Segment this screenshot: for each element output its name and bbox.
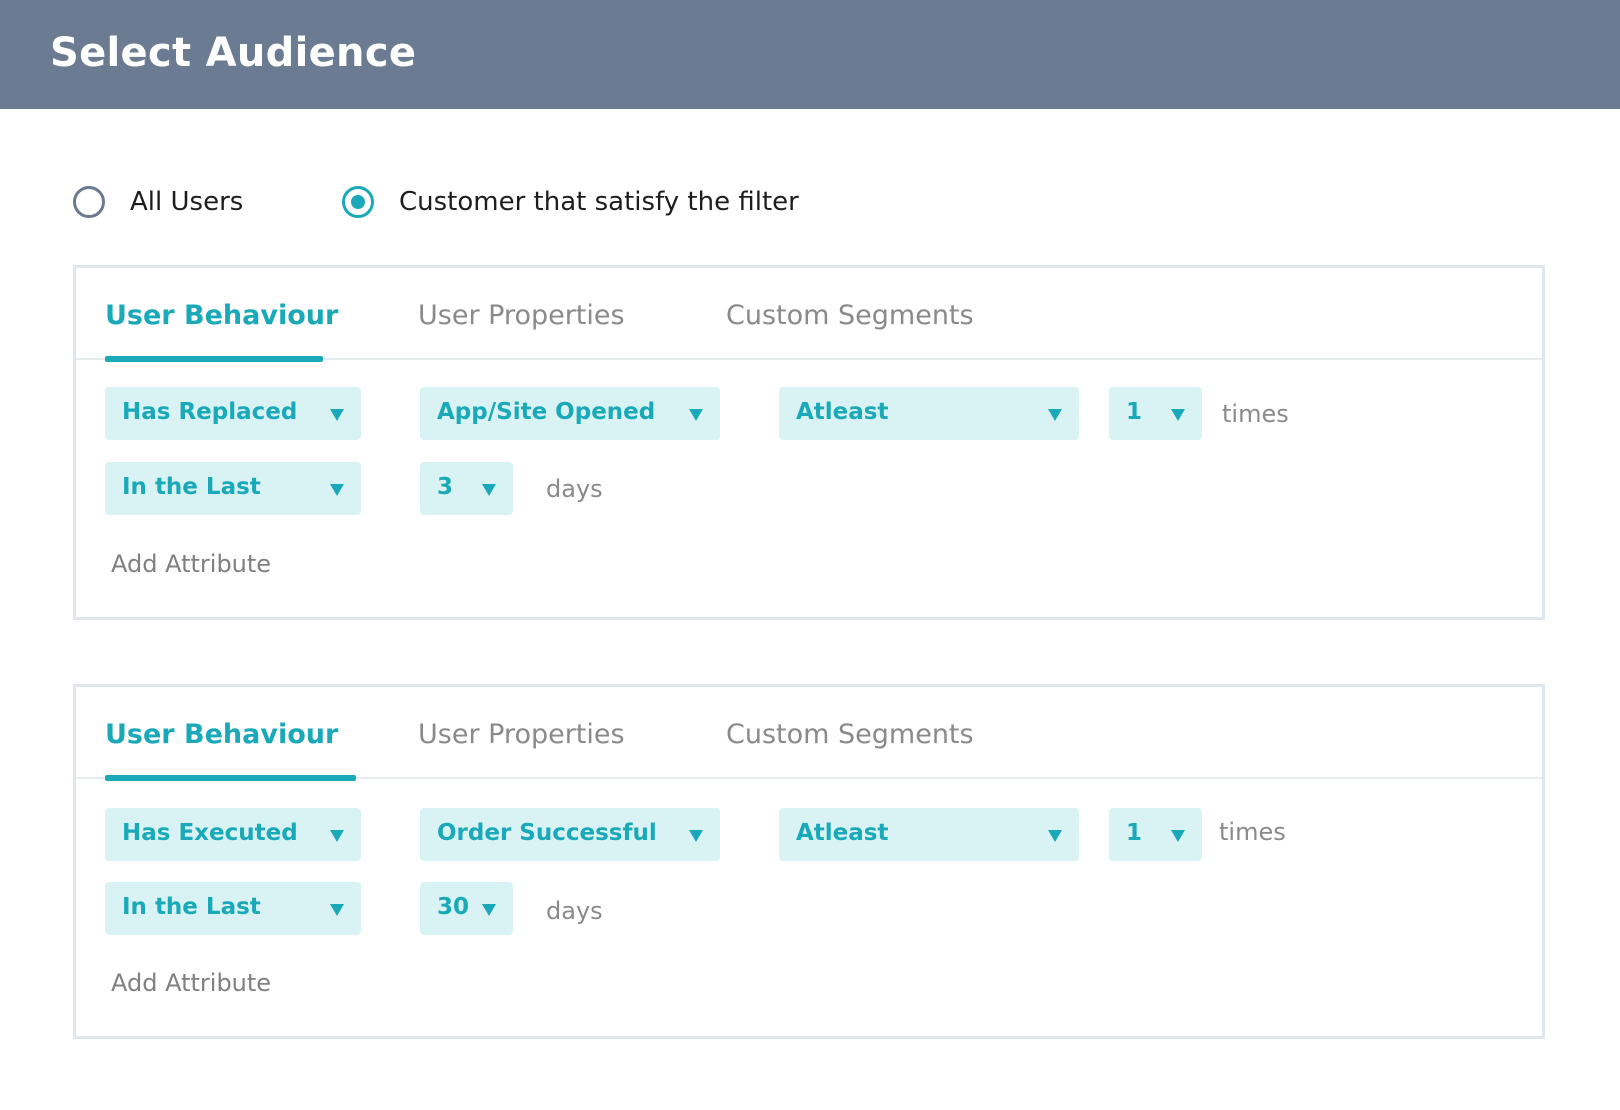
active-tab-indicator bbox=[105, 356, 323, 362]
dropdown-value: App/Site Opened bbox=[437, 399, 656, 425]
frequency-dropdown[interactable]: Atleast bbox=[779, 387, 1079, 440]
action-dropdown[interactable]: Has Executed bbox=[105, 808, 361, 861]
radio-unselected-icon[interactable] bbox=[73, 186, 105, 218]
tab-user-behaviour[interactable]: User Behaviour bbox=[105, 300, 338, 331]
dropdown-value: 30 bbox=[437, 894, 470, 920]
timeframe-dropdown[interactable]: In the Last bbox=[105, 882, 361, 935]
event-dropdown[interactable]: App/Site Opened bbox=[420, 387, 720, 440]
tab-custom-segments[interactable]: Custom Segments bbox=[726, 719, 974, 750]
duration-unit-label: days bbox=[546, 897, 603, 925]
chevron-down-icon bbox=[330, 409, 344, 421]
dropdown-value: Atleast bbox=[796, 399, 889, 425]
count-dropdown[interactable]: 1 bbox=[1109, 387, 1202, 440]
tab-user-properties[interactable]: User Properties bbox=[418, 300, 625, 331]
chevron-down-icon bbox=[1048, 830, 1062, 842]
dropdown-value: Order Successful bbox=[437, 820, 657, 846]
duration-unit-label: days bbox=[546, 475, 603, 503]
chevron-down-icon bbox=[1171, 409, 1185, 421]
count-dropdown[interactable]: 1 bbox=[1109, 808, 1202, 861]
filter-panel-2: User Behaviour User Properties Custom Se… bbox=[73, 684, 1545, 1039]
active-tab-indicator bbox=[105, 775, 356, 781]
tab-user-behaviour[interactable]: User Behaviour bbox=[105, 719, 338, 750]
timeframe-dropdown[interactable]: In the Last bbox=[105, 462, 361, 515]
add-attribute-link[interactable]: Add Attribute bbox=[111, 969, 271, 997]
tab-user-properties[interactable]: User Properties bbox=[418, 719, 625, 750]
page-title: Select Audience bbox=[50, 30, 417, 76]
radio-label: Customer that satisfy the filter bbox=[399, 187, 799, 217]
dropdown-value: Has Replaced bbox=[122, 399, 298, 425]
duration-dropdown[interactable]: 3 bbox=[420, 462, 513, 515]
filter-tabs: User Behaviour User Properties Custom Se… bbox=[76, 687, 1542, 781]
chevron-down-icon bbox=[689, 830, 703, 842]
filter-tabs: User Behaviour User Properties Custom Se… bbox=[76, 268, 1542, 362]
dropdown-value: 1 bbox=[1126, 399, 1143, 425]
radio-all-users[interactable]: All Users bbox=[73, 186, 243, 218]
chevron-down-icon bbox=[482, 904, 496, 916]
chevron-down-icon bbox=[1048, 409, 1062, 421]
chevron-down-icon bbox=[482, 484, 496, 496]
chevron-down-icon bbox=[689, 409, 703, 421]
radio-label: All Users bbox=[130, 187, 244, 217]
dropdown-value: Has Executed bbox=[122, 820, 298, 846]
count-unit-label: times bbox=[1219, 818, 1286, 846]
action-dropdown[interactable]: Has Replaced bbox=[105, 387, 361, 440]
tab-custom-segments[interactable]: Custom Segments bbox=[726, 300, 974, 331]
dropdown-value: Atleast bbox=[796, 820, 889, 846]
dropdown-value: In the Last bbox=[122, 894, 261, 920]
chevron-down-icon bbox=[330, 904, 344, 916]
radio-filtered-customers[interactable]: Customer that satisfy the filter bbox=[342, 186, 799, 218]
chevron-down-icon bbox=[330, 484, 344, 496]
event-dropdown[interactable]: Order Successful bbox=[420, 808, 720, 861]
duration-dropdown[interactable]: 30 bbox=[420, 882, 513, 935]
dropdown-value: 3 bbox=[437, 474, 454, 500]
chevron-down-icon bbox=[1171, 830, 1185, 842]
radio-selected-icon[interactable] bbox=[342, 186, 374, 218]
dropdown-value: In the Last bbox=[122, 474, 261, 500]
header-bar: Select Audience bbox=[0, 0, 1620, 109]
add-attribute-link[interactable]: Add Attribute bbox=[111, 550, 271, 578]
frequency-dropdown[interactable]: Atleast bbox=[779, 808, 1079, 861]
chevron-down-icon bbox=[330, 830, 344, 842]
filter-panel-1: User Behaviour User Properties Custom Se… bbox=[73, 265, 1545, 620]
count-unit-label: times bbox=[1222, 400, 1289, 428]
dropdown-value: 1 bbox=[1126, 820, 1143, 846]
